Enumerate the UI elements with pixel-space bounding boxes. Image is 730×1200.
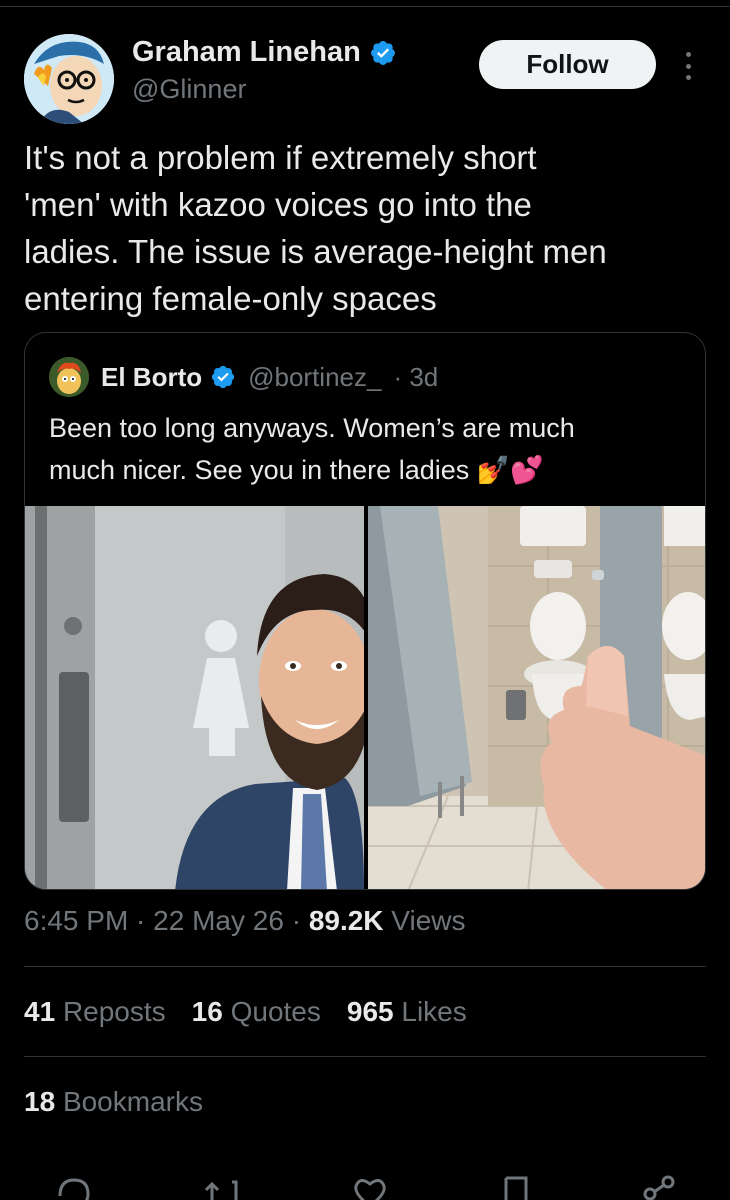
verified-badge-icon — [212, 365, 235, 389]
author-handle[interactable]: @Glinner — [132, 74, 246, 105]
tweet-date: 22 May 26 — [153, 905, 284, 936]
meta-separator: · — [283, 905, 309, 936]
quoted-tweet-text: Been too long anyways. Women’s are much … — [49, 413, 575, 485]
like-icon[interactable] — [348, 1172, 392, 1200]
quoted-tweet-card[interactable]: El Borto @bortinez_ · 3d Been too long a… — [24, 332, 706, 890]
tweet-text: It's not a problem if extremely short 'm… — [24, 139, 607, 317]
author-name-row[interactable]: Graham Linehan — [132, 36, 397, 69]
meta-separator: · — [128, 905, 154, 936]
media-photo-selfie[interactable] — [25, 506, 364, 889]
tweet-meta: 6:45 PM · 22 May 26 · 89.2K Views — [24, 905, 466, 937]
verified-badge-icon — [370, 40, 395, 65]
author-name[interactable]: Graham Linehan — [132, 36, 361, 69]
top-divider — [0, 6, 730, 7]
reposts-stat[interactable]: 41 Reposts — [24, 996, 166, 1028]
bookmark-icon[interactable] — [494, 1172, 538, 1200]
bookmarks-stat[interactable]: 18 Bookmarks — [24, 1086, 203, 1118]
share-icon[interactable] — [638, 1172, 682, 1200]
views-count[interactable]: 89.2K — [309, 905, 384, 936]
views-label[interactable]: Views — [384, 905, 465, 936]
action-bar — [24, 1172, 706, 1200]
author-avatar[interactable] — [24, 34, 114, 124]
quoted-author-name: El Borto — [101, 361, 203, 392]
quoted-media[interactable] — [25, 506, 705, 889]
media-photo-stalls[interactable] — [368, 506, 705, 889]
reply-icon[interactable] — [52, 1172, 96, 1200]
engagement-stats: 41 Reposts 16 Quotes 965 Likes — [24, 996, 467, 1028]
follow-button[interactable]: Follow — [479, 40, 656, 89]
repost-icon[interactable] — [202, 1172, 246, 1200]
quotes-stat[interactable]: 16 Quotes — [192, 996, 321, 1028]
likes-stat[interactable]: 965 Likes — [347, 996, 467, 1028]
divider — [24, 966, 706, 967]
quoted-author-avatar — [49, 357, 89, 397]
tweet-time: 6:45 PM — [24, 905, 129, 936]
divider — [24, 1056, 706, 1057]
more-vertical-icon[interactable] — [676, 46, 700, 86]
quoted-tweet-header: El Borto @bortinez_ · 3d — [49, 357, 438, 397]
quoted-time: · 3d — [393, 361, 439, 392]
quoted-author-handle: @bortinez_ — [248, 361, 382, 392]
